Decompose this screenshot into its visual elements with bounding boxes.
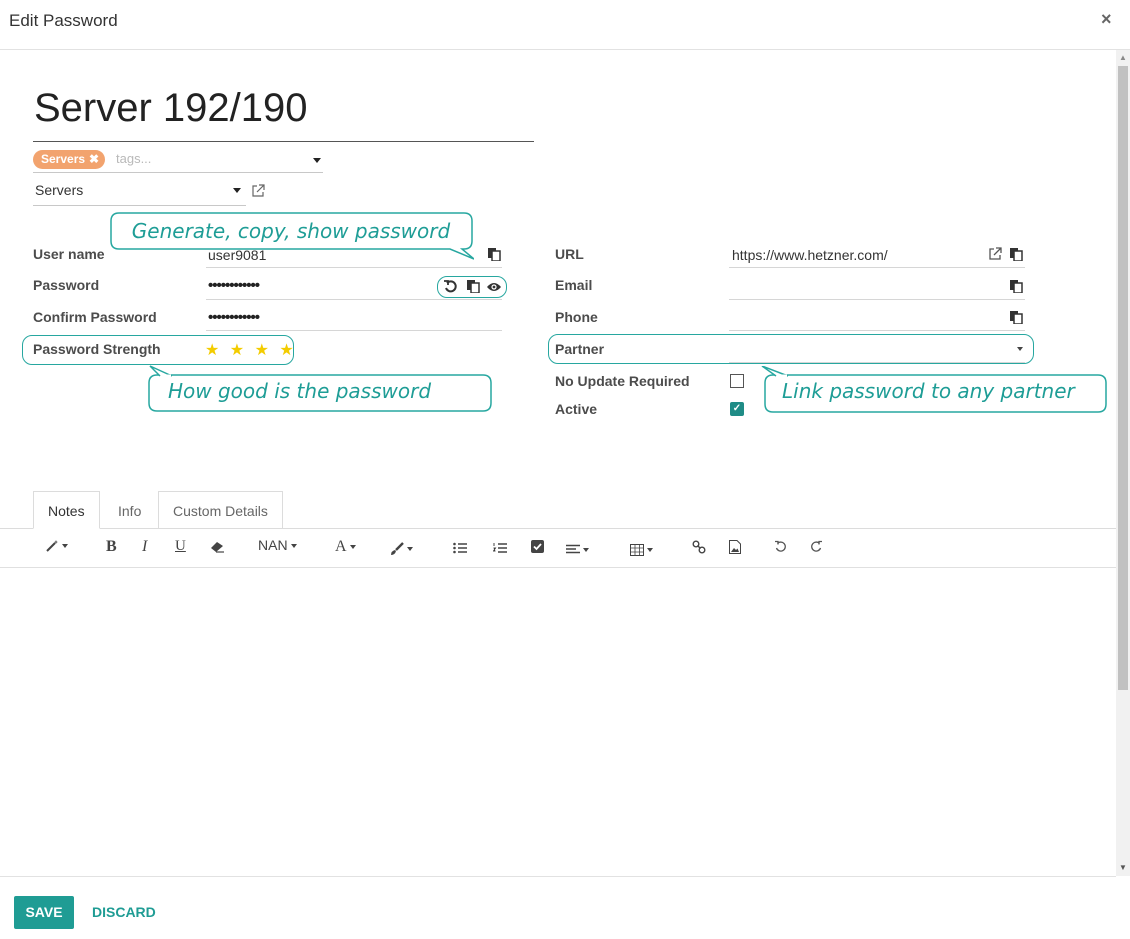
footer-divider	[0, 876, 1116, 877]
partner-underline	[729, 362, 1025, 363]
tab-notes[interactable]: Notes	[33, 491, 100, 529]
align-icon[interactable]	[566, 541, 589, 557]
confirm-password-underline	[206, 330, 502, 331]
scroll-down-arrow-icon[interactable]: ▼	[1119, 864, 1127, 872]
confirm-password-label: Confirm Password	[33, 309, 157, 325]
redo-icon[interactable]	[810, 540, 823, 556]
user-name-label: User name	[33, 246, 105, 262]
confirm-password-input[interactable]: ••••••••••••	[208, 309, 260, 326]
close-icon[interactable]: ×	[1101, 9, 1112, 29]
tags-dropdown-caret-icon[interactable]	[313, 158, 321, 163]
tag-chip-servers[interactable]: Servers ✖	[33, 150, 106, 169]
partner-label: Partner	[555, 341, 605, 357]
italic-button[interactable]: I	[142, 538, 147, 556]
link-icon[interactable]	[692, 540, 706, 557]
category-dropdown-caret-icon[interactable]	[233, 188, 241, 193]
active-checkbox[interactable]: ✓	[730, 402, 744, 416]
tag-remove-icon[interactable]: ✖	[89, 152, 99, 166]
password-underline	[206, 299, 502, 300]
partner-highlight	[548, 334, 1034, 364]
no-update-required-label: No Update Required	[555, 373, 690, 389]
tab-custom-details[interactable]: Custom Details	[158, 491, 283, 529]
tags-underline	[33, 172, 323, 173]
copy-url-icon[interactable]	[1009, 247, 1023, 264]
callout-generate-text: Generate, copy, show password	[131, 219, 451, 243]
eraser-icon[interactable]	[210, 540, 225, 556]
list-ul-icon[interactable]	[453, 541, 467, 557]
no-update-required-checkbox[interactable]	[730, 374, 744, 388]
password-label: Password	[33, 277, 100, 293]
category-underline	[33, 205, 246, 206]
tag-chip-label: Servers	[41, 152, 86, 166]
category-select[interactable]: Servers	[35, 182, 83, 198]
email-label: Email	[555, 277, 593, 293]
external-link-icon[interactable]	[251, 184, 265, 201]
partner-dropdown-caret-icon[interactable]	[1017, 347, 1023, 351]
list-ol-icon[interactable]	[492, 541, 507, 557]
copy-password-icon[interactable]	[466, 279, 480, 296]
discard-button[interactable]: DISCARD	[92, 896, 156, 929]
image-icon[interactable]	[729, 540, 741, 557]
user-name-underline	[206, 267, 502, 268]
copy-username-icon[interactable]	[487, 247, 501, 264]
external-link-icon[interactable]	[988, 247, 1002, 264]
underline-button[interactable]: U	[175, 538, 186, 555]
record-name-input[interactable]: Server 192/190	[34, 86, 308, 131]
tab-info[interactable]: Info	[103, 491, 156, 529]
font-color-label: A	[335, 538, 347, 555]
scrollbar-thumb[interactable]	[1118, 66, 1128, 690]
password-input[interactable]: ••••••••••••	[208, 277, 260, 294]
bold-button[interactable]: B	[106, 538, 117, 556]
phone-label: Phone	[555, 309, 598, 325]
refresh-icon[interactable]	[443, 279, 458, 297]
brush-icon[interactable]	[390, 540, 413, 556]
font-size-dropdown[interactable]: NAN	[258, 537, 297, 553]
dialog-title: Edit Password	[9, 11, 118, 30]
callout-strength-text: How good is the password	[168, 379, 432, 403]
phone-underline	[729, 330, 1025, 331]
url-label: URL	[555, 246, 584, 262]
eye-icon[interactable]	[486, 280, 502, 296]
copy-phone-icon[interactable]	[1009, 310, 1023, 327]
password-strength-label: Password Strength	[33, 341, 161, 357]
email-underline	[729, 299, 1025, 300]
checklist-icon[interactable]	[531, 540, 544, 556]
scroll-up-arrow-icon[interactable]: ▲	[1119, 54, 1127, 62]
magic-wand-icon[interactable]	[45, 537, 68, 553]
font-size-value: NAN	[258, 537, 288, 553]
header-divider	[0, 49, 1130, 50]
notes-editor[interactable]	[0, 568, 1116, 876]
star-icon: ★ ★ ★ ★	[205, 342, 297, 359]
url-input[interactable]: https://www.hetzner.com/	[732, 247, 888, 263]
table-icon[interactable]	[630, 541, 653, 557]
copy-email-icon[interactable]	[1009, 279, 1023, 296]
active-label: Active	[555, 401, 598, 417]
tags-input[interactable]: tags...	[116, 151, 151, 166]
record-name-underline	[33, 141, 534, 142]
callout-partner-text: Link password to any partner	[782, 379, 1075, 403]
url-underline	[729, 267, 1025, 268]
undo-icon[interactable]	[774, 540, 787, 556]
font-color-dropdown[interactable]: A	[335, 538, 356, 556]
save-button[interactable]: SAVE	[14, 896, 74, 929]
